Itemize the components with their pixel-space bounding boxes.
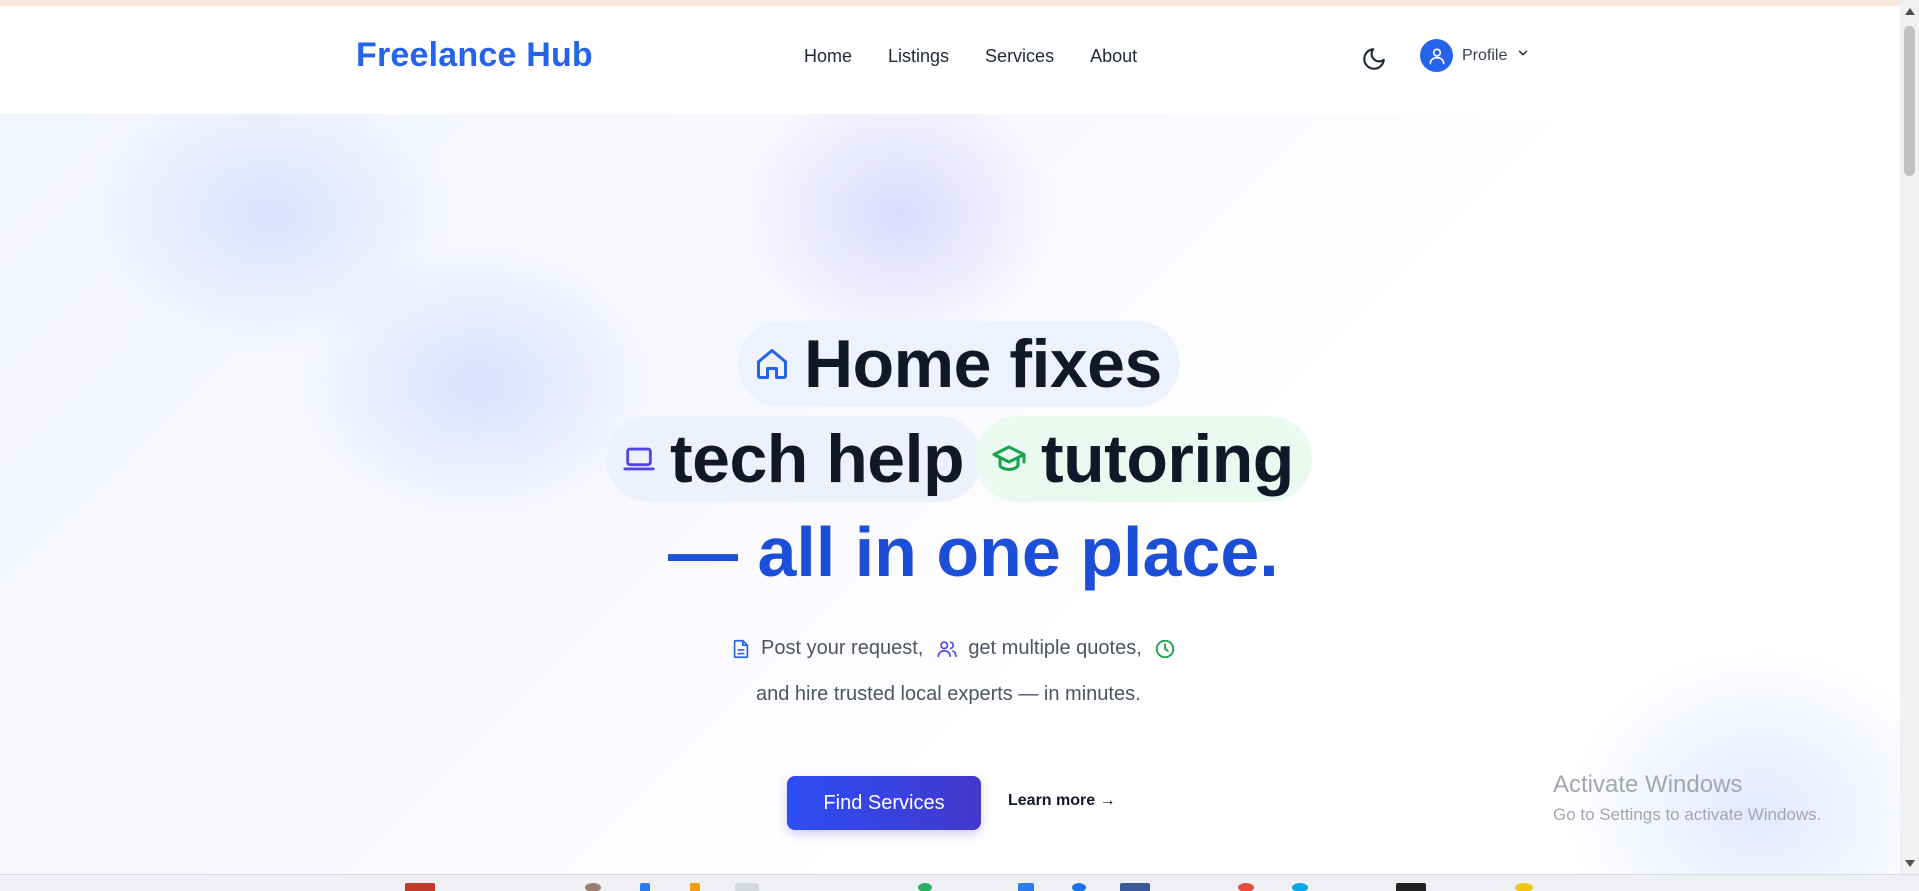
activate-windows-watermark: Activate Windows Go to Settings to activ…	[1553, 771, 1821, 825]
watermark-subtitle: Go to Settings to activate Windows.	[1553, 805, 1822, 824]
laptop-icon	[622, 442, 656, 476]
brand-logo[interactable]: Freelance Hub	[356, 36, 593, 75]
pill-tutoring: tutoring	[975, 416, 1312, 502]
nav-home[interactable]: Home	[804, 46, 852, 67]
taskbar-app-icon[interactable]	[735, 883, 759, 891]
taskbar-app-icon[interactable]	[1396, 883, 1426, 891]
scroll-thumb[interactable]	[1904, 26, 1915, 176]
document-icon	[730, 638, 752, 660]
hero-tagline: — all in one place.	[668, 513, 1279, 591]
taskbar-app-icon[interactable]	[1120, 883, 1150, 891]
taskbar-app-icon[interactable]	[918, 883, 932, 891]
nav-about[interactable]: About	[1090, 46, 1137, 67]
nav-services[interactable]: Services	[985, 46, 1054, 67]
taskbar-app-icon[interactable]	[690, 883, 700, 891]
pill-label: tech help	[670, 421, 965, 497]
main-nav: Home Listings Services About	[804, 46, 1137, 67]
taskbar	[0, 874, 1919, 891]
users-icon	[935, 638, 959, 660]
home-icon	[754, 346, 790, 382]
taskbar-app-icon[interactable]	[640, 883, 650, 891]
graduation-cap-icon	[991, 441, 1027, 477]
taskbar-app-icon[interactable]	[1018, 883, 1034, 891]
learn-more-link[interactable]: Learn more →	[1008, 792, 1116, 810]
subtitle-text: get multiple quotes,	[968, 637, 1142, 659]
taskbar-app-icon[interactable]	[585, 883, 601, 891]
scroll-down-arrow-icon[interactable]	[1905, 860, 1915, 867]
hero-subtitle-line1: Post your request, get multiple quotes,	[730, 637, 1185, 660]
subtitle-text: Post your request,	[761, 637, 924, 659]
pill-label: tutoring	[1041, 421, 1294, 497]
find-services-button[interactable]: Find Services	[787, 776, 981, 830]
clock-icon	[1154, 638, 1176, 660]
user-icon	[1420, 39, 1453, 72]
taskbar-app-icon[interactable]	[1515, 883, 1533, 891]
vertical-scrollbar[interactable]	[1900, 0, 1919, 874]
taskbar-app-icon[interactable]	[1292, 883, 1308, 891]
watermark-title: Activate Windows	[1553, 771, 1743, 798]
site-header: Freelance Hub Home Listings Services Abo…	[0, 6, 1900, 114]
taskbar-app-icon[interactable]	[405, 883, 435, 891]
pill-tech-help: tech help	[606, 416, 982, 502]
chevron-down-icon	[1516, 46, 1530, 65]
pill-home-fixes: Home fixes	[738, 321, 1180, 407]
pill-label: Home fixes	[804, 326, 1162, 402]
taskbar-app-icon[interactable]	[1238, 883, 1254, 891]
hero-subtitle-line2: and hire trusted local experts — in minu…	[756, 683, 1141, 705]
taskbar-app-icon[interactable]	[1072, 883, 1086, 891]
scroll-up-arrow-icon[interactable]	[1905, 8, 1915, 15]
nav-listings[interactable]: Listings	[888, 46, 949, 67]
profile-label: Profile	[1462, 46, 1508, 64]
moon-icon[interactable]	[1361, 46, 1387, 72]
profile-menu[interactable]: Profile	[1420, 39, 1530, 72]
